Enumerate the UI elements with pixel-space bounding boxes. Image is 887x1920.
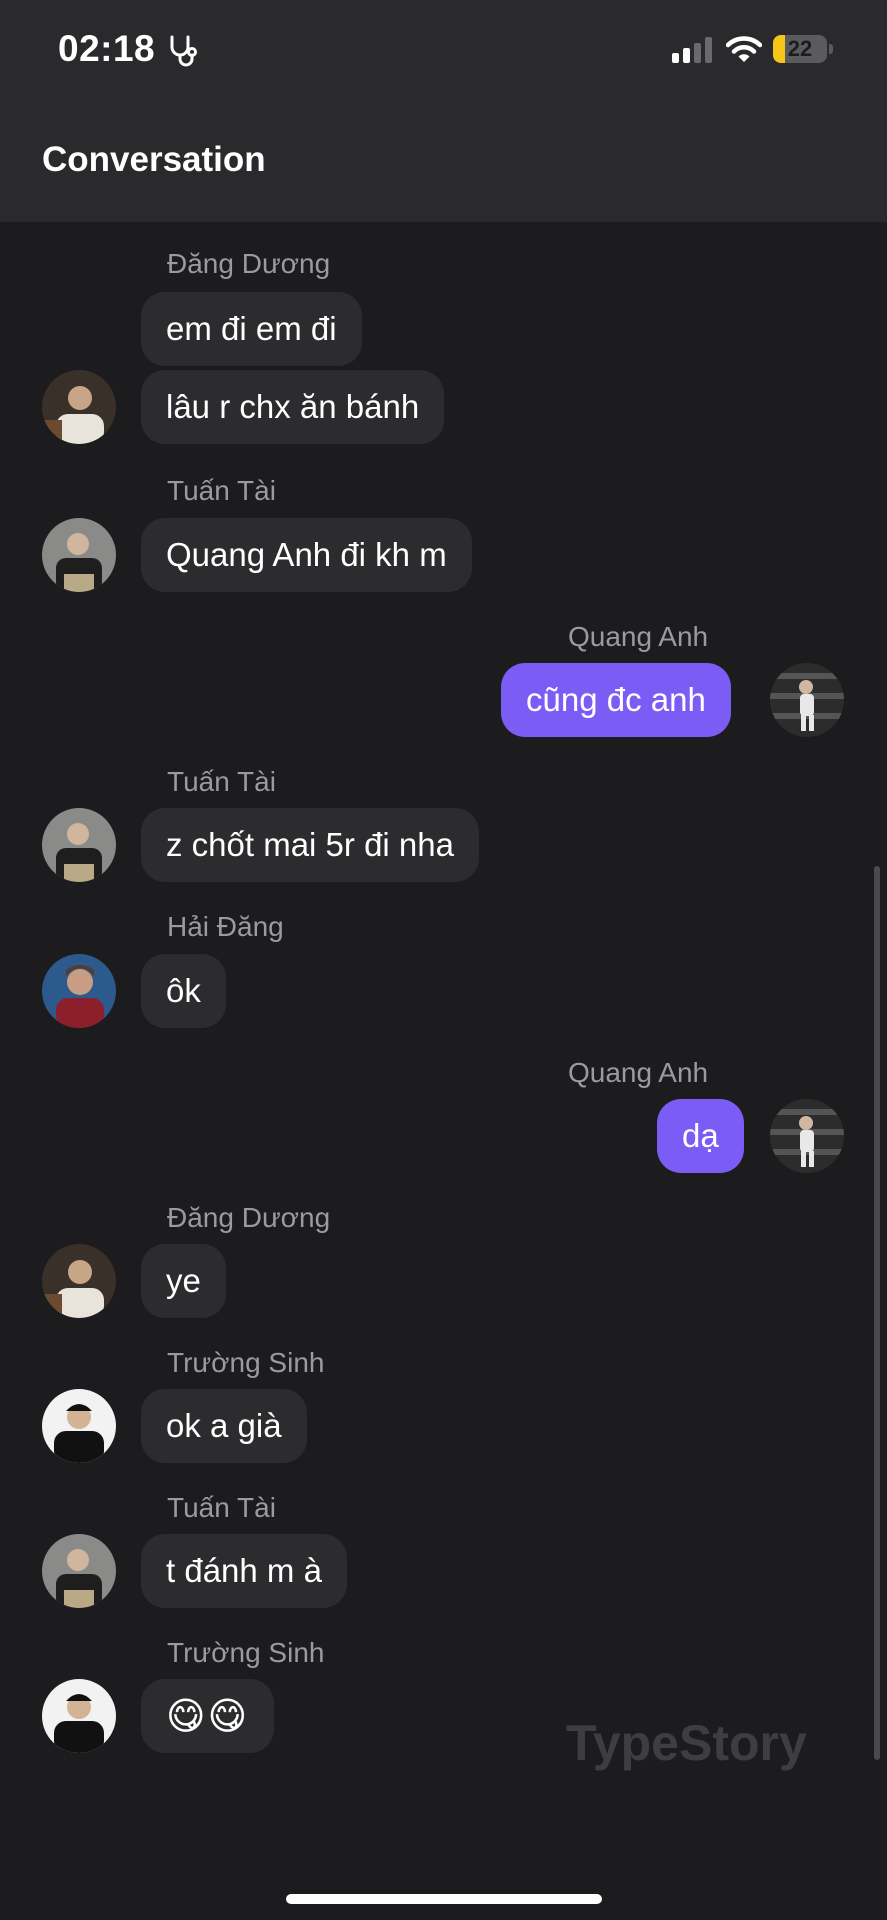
message-sender: Đăng Dương — [167, 248, 331, 279]
message-bubble[interactable]: em đi em đi — [141, 292, 362, 366]
stethoscope-icon — [170, 35, 197, 67]
message-sender: Hải Đăng — [167, 911, 284, 942]
avatar-hai-dang[interactable] — [42, 954, 116, 1028]
avatar-tuan-tai[interactable] — [42, 808, 116, 882]
status-bar: 02:18 22 — [0, 0, 887, 100]
battery-cap — [829, 44, 833, 54]
avatar-tuan-tai[interactable] — [42, 1534, 116, 1608]
message-bubble[interactable]: 😋😋 — [141, 1679, 275, 1753]
home-indicator[interactable] — [286, 1894, 602, 1904]
message-bubble[interactable]: z chốt mai 5r đi nha — [141, 808, 479, 882]
message-bubble-outgoing[interactable]: dạ — [657, 1099, 744, 1173]
avatar-quang-anh[interactable] — [770, 1099, 844, 1173]
status-time: 02:18 — [58, 28, 156, 69]
message-sender: Quang Anh — [568, 621, 709, 652]
top-bar: 02:18 22 Conversation — [0, 0, 887, 222]
message-sender: Quang Anh — [568, 1057, 709, 1088]
avatar-truong-sinh[interactable] — [42, 1389, 116, 1463]
avatar-dang-duong[interactable] — [42, 370, 116, 444]
cellular-signal-icon — [672, 37, 712, 63]
battery-percent: 22 — [787, 36, 813, 61]
message-bubble[interactable]: ok a già — [141, 1389, 307, 1463]
scrollbar[interactable] — [874, 866, 880, 1760]
avatar-quang-anh[interactable] — [770, 663, 844, 737]
message-bubble[interactable]: ye — [141, 1244, 226, 1318]
message-bubble[interactable]: Quang Anh đi kh m — [141, 518, 472, 592]
avatar-dang-duong[interactable] — [42, 1244, 116, 1318]
message-bubble[interactable]: lâu r chx ăn bánh — [141, 370, 445, 444]
message-sender: Tuấn Tài — [167, 1492, 276, 1523]
message-sender: Trường Sinh — [167, 1347, 325, 1378]
avatar-tuan-tai[interactable] — [42, 518, 116, 592]
message-sender: Tuấn Tài — [167, 766, 276, 797]
message-sender: Đăng Dương — [167, 1202, 331, 1233]
battery-indicator: 22 — [773, 35, 827, 63]
watermark: TypeStory — [566, 1715, 807, 1771]
message-sender: Trường Sinh — [167, 1637, 325, 1668]
message-sender: Tuấn Tài — [167, 475, 276, 506]
wifi-icon — [726, 36, 762, 62]
page-title: Conversation — [42, 140, 266, 179]
message-bubble[interactable]: ôk — [141, 954, 226, 1028]
avatar-truong-sinh[interactable] — [42, 1679, 116, 1753]
message-bubble[interactable]: t đánh m à — [141, 1534, 347, 1608]
message-bubble-outgoing[interactable]: cũng đc anh — [501, 663, 731, 737]
